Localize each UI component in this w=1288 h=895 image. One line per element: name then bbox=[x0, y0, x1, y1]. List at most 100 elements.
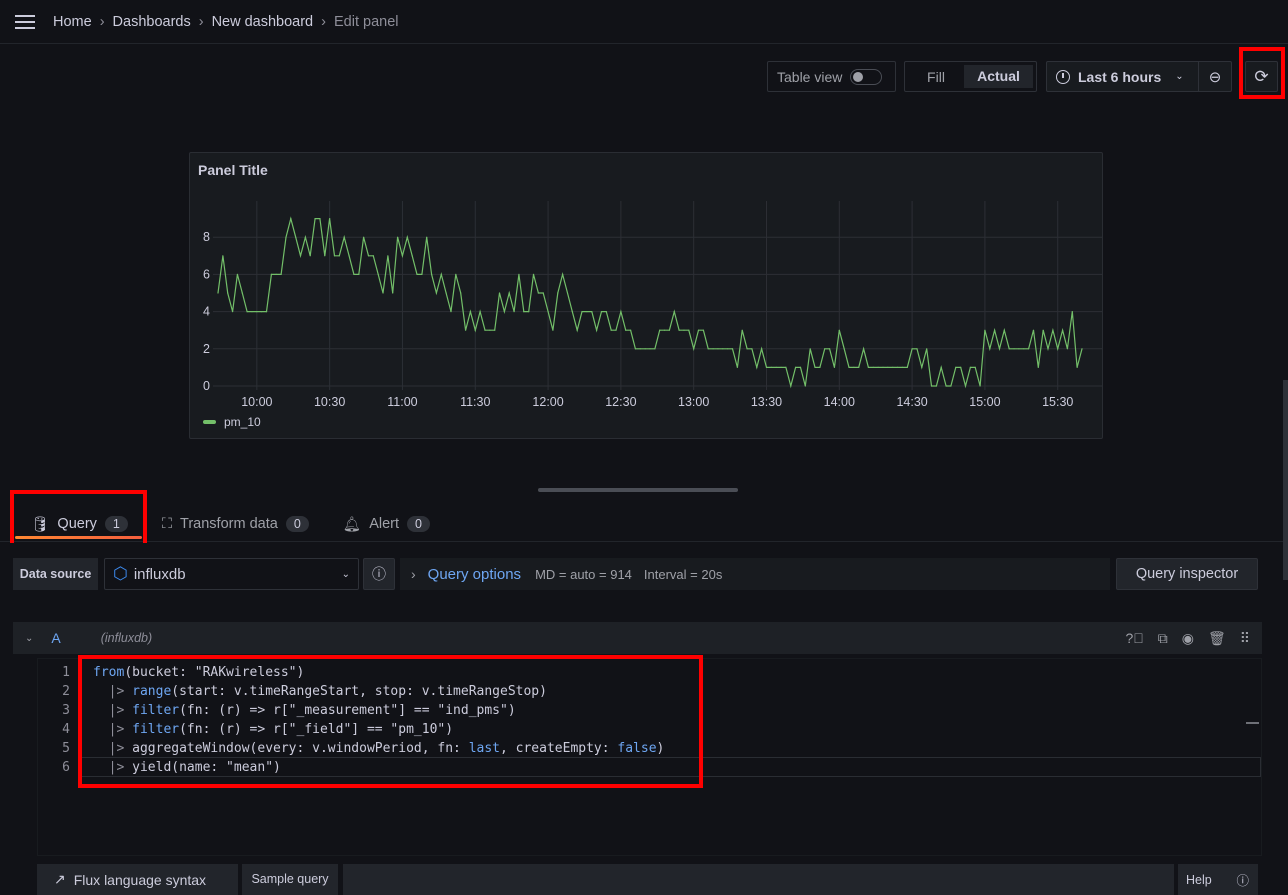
data-point bbox=[736, 366, 738, 368]
flux-syntax-label: Flux language syntax bbox=[73, 871, 207, 888]
data-point bbox=[659, 329, 661, 331]
sample-query-select[interactable] bbox=[343, 864, 1174, 895]
data-point bbox=[353, 273, 355, 275]
data-point bbox=[372, 255, 374, 257]
tab-bar: 🛢 Query 1 ⛶ Transform data 0 🔔︎ Alert 0 bbox=[0, 507, 1288, 542]
breadcrumb-home[interactable]: Home bbox=[53, 14, 92, 30]
data-point bbox=[634, 348, 637, 350]
data-point bbox=[994, 329, 996, 331]
tab-alert[interactable]: 🔔︎ Alert 0 bbox=[343, 507, 430, 541]
data-point bbox=[693, 348, 695, 350]
fill-actual-switch: Fill Actual bbox=[904, 61, 1037, 92]
actual-button[interactable]: Actual bbox=[964, 65, 1033, 88]
data-point bbox=[916, 348, 918, 350]
x-tick-label: 14:30 bbox=[896, 395, 927, 409]
query-inspector-button[interactable]: Query inspector bbox=[1116, 558, 1258, 590]
help-icon[interactable]: ?⃝ bbox=[1125, 630, 1143, 647]
fill-button[interactable]: Fill bbox=[908, 69, 964, 85]
data-point bbox=[261, 311, 263, 313]
data-point bbox=[396, 236, 399, 238]
code-line[interactable]: 5 |> aggregateWindow(every: v.windowPeri… bbox=[38, 739, 1261, 758]
menu-icon[interactable] bbox=[15, 14, 35, 29]
data-point bbox=[901, 366, 904, 368]
line-number: 1 bbox=[62, 665, 70, 680]
line-number: 4 bbox=[62, 722, 70, 737]
help-icon[interactable]: ⓘ bbox=[363, 558, 395, 590]
data-point bbox=[1003, 329, 1005, 331]
top-nav: Home › Dashboards › New dashboard › Edit pa… bbox=[0, 0, 1288, 44]
data-point bbox=[304, 236, 306, 238]
x-tick-label: 10:00 bbox=[241, 395, 272, 409]
line-number: 6 bbox=[62, 760, 70, 775]
data-point bbox=[746, 348, 748, 350]
data-point bbox=[1018, 348, 1020, 350]
help-button[interactable]: Help ⓘ bbox=[1178, 864, 1258, 895]
data-point bbox=[644, 348, 646, 350]
zoom-out-icon[interactable]: ⊖ bbox=[1199, 68, 1231, 86]
query-options-label[interactable]: Query options bbox=[428, 566, 521, 583]
query-ref-id[interactable]: A bbox=[51, 630, 60, 646]
chevron-right-icon: › bbox=[411, 566, 416, 582]
collapse-icon[interactable]: ⌄ bbox=[25, 633, 33, 644]
data-point bbox=[804, 385, 806, 387]
code-token: (fn: (r) => r["_field"] == "pm_10") bbox=[179, 722, 454, 737]
data-point bbox=[343, 236, 345, 238]
data-point bbox=[887, 366, 889, 368]
data-point bbox=[532, 273, 535, 275]
trash-icon[interactable]: 🗑︎ bbox=[1208, 630, 1226, 647]
code-token: |> bbox=[93, 741, 133, 756]
code-token: (bucket: "RAKwireless") bbox=[124, 665, 305, 680]
data-point bbox=[1032, 329, 1035, 331]
query-source: (influxdb) bbox=[100, 631, 153, 645]
scrollbar[interactable] bbox=[1283, 380, 1288, 580]
data-point bbox=[566, 292, 569, 294]
data-point bbox=[562, 273, 564, 275]
data-point bbox=[1047, 348, 1049, 350]
data-point bbox=[935, 385, 937, 387]
data-point bbox=[1057, 348, 1059, 350]
code-editor[interactable]: 1 from(bucket: "RAKwireless") 2 |> range(s… bbox=[37, 658, 1262, 856]
code-line[interactable]: 2 |> range(start: v.timeRangeStart, stop… bbox=[38, 682, 1261, 701]
data-point bbox=[469, 311, 472, 313]
tab-query[interactable]: 🛢 Query 1 bbox=[15, 507, 142, 541]
data-point bbox=[872, 366, 874, 368]
breadcrumb-new-dashboard[interactable]: New dashboard bbox=[212, 14, 314, 30]
time-range-button[interactable]: Last 6 hours ⌄ bbox=[1047, 62, 1199, 91]
code-token: filter bbox=[132, 703, 180, 718]
query-options[interactable]: › Query options MD = auto = 914 Interval… bbox=[400, 558, 1110, 590]
data-point bbox=[455, 273, 457, 275]
data-point bbox=[930, 385, 933, 387]
data-point bbox=[435, 292, 438, 294]
data-point bbox=[945, 385, 947, 387]
data-point bbox=[474, 329, 476, 331]
resize-handle[interactable] bbox=[538, 488, 738, 492]
code-line[interactable]: 1 from(bucket: "RAKwireless") bbox=[38, 663, 1261, 682]
data-point bbox=[557, 292, 559, 294]
chevron-down-icon: ⌄ bbox=[1175, 71, 1184, 82]
table-view-toggle[interactable]: Table view bbox=[767, 61, 896, 92]
tab-transform-data[interactable]: ⛶ Transform data 0 bbox=[162, 507, 309, 541]
legend-label[interactable]: pm_10 bbox=[224, 415, 261, 429]
data-point bbox=[265, 311, 268, 313]
toggle-switch[interactable] bbox=[850, 68, 883, 85]
data-point bbox=[795, 366, 797, 368]
line-chart: 0 2 4 6 8 10:00 10:30 11:00 11:30 12:00 12:30 13:00… bbox=[203, 201, 1102, 409]
data-point bbox=[955, 366, 957, 368]
data-source-picker[interactable]: ⬡ influxdb ⌄ bbox=[104, 558, 359, 590]
code-line[interactable]: 3 |> filter(fn: (r) => r["_measurement"]… bbox=[38, 701, 1261, 720]
eye-icon[interactable]: ◉ bbox=[1182, 630, 1194, 647]
data-point bbox=[853, 366, 855, 368]
duplicate-icon[interactable]: ⧉ bbox=[1158, 630, 1168, 647]
breadcrumb-dashboards[interactable]: Dashboards bbox=[113, 14, 191, 30]
clock-icon bbox=[1056, 69, 1070, 84]
code-line[interactable]: 4 |> filter(fn: (r) => r["_field"] == "p… bbox=[38, 720, 1261, 739]
data-point bbox=[896, 366, 899, 368]
data-point bbox=[722, 348, 724, 350]
refresh-icon[interactable]: ⟳ bbox=[1245, 61, 1278, 92]
code-line[interactable]: 6 |> yield(name: "mean") bbox=[38, 758, 1261, 777]
x-tick-label: 11:30 bbox=[460, 395, 490, 409]
flux-syntax-link[interactable]: ↗ Flux language syntax bbox=[37, 864, 238, 895]
data-point bbox=[275, 273, 277, 275]
data-point bbox=[401, 255, 404, 257]
drag-handle-icon[interactable]: ⠿ bbox=[1240, 630, 1250, 647]
